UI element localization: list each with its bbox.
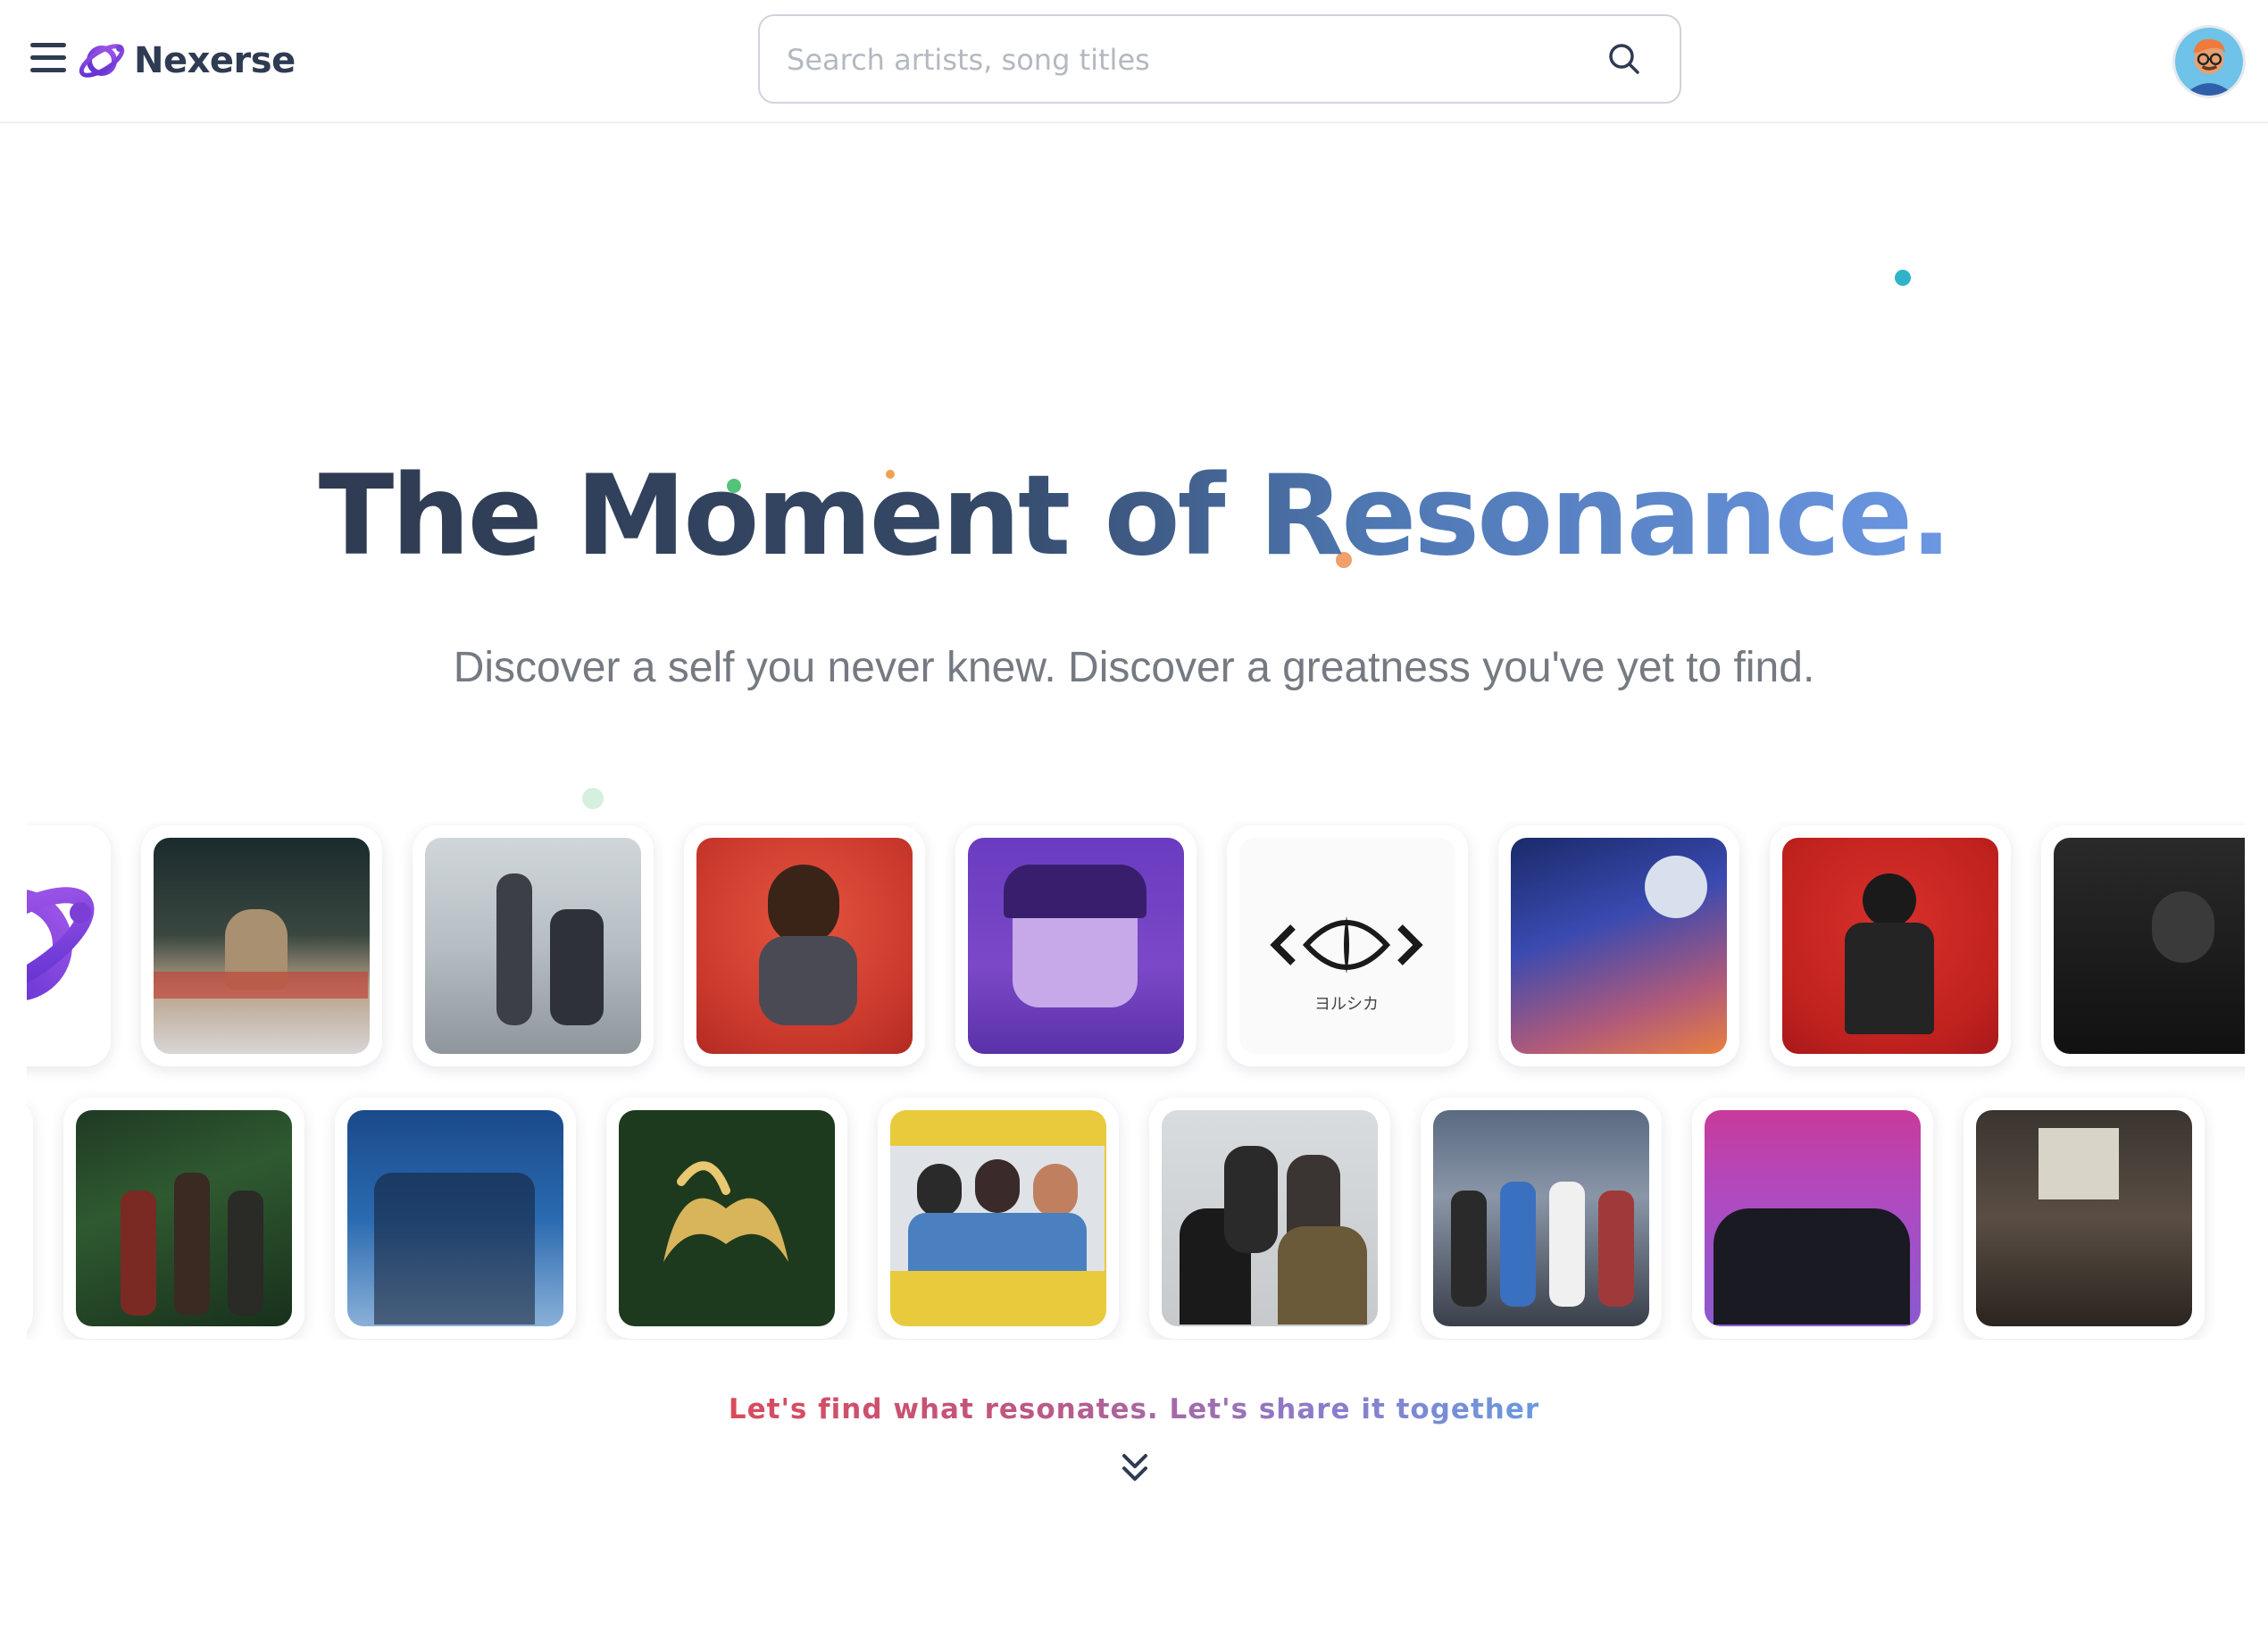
artist-card[interactable] (1498, 825, 1739, 1066)
eye-logo-icon: ヨルシカ (1239, 838, 1455, 1054)
artist-card[interactable] (1964, 1098, 2205, 1339)
search-icon[interactable] (1606, 41, 1642, 77)
artist-card[interactable] (2041, 825, 2245, 1066)
top-header: Nexerse (0, 0, 2268, 123)
artist-card[interactable] (413, 825, 654, 1066)
artist-photo (2054, 838, 2245, 1054)
search-input[interactable] (785, 16, 1592, 104)
decor-dot-mint (582, 788, 604, 809)
artist-photo (1433, 1110, 1649, 1326)
carousel-row-1: ヨルシカ (27, 825, 2245, 1072)
decor-dot-cyan (1895, 270, 1911, 286)
artist-card[interactable] (955, 825, 1197, 1066)
artist-carousel: ヨルシカ (27, 822, 2245, 1340)
artist-illustration (968, 838, 1184, 1054)
artist-card[interactable] (1421, 1098, 1662, 1339)
brand-logo[interactable]: Nexerse (77, 34, 296, 88)
artist-photo (76, 1110, 292, 1326)
artist-photo (1782, 838, 1998, 1054)
hero-subtitle: Discover a self you never knew. Discover… (453, 644, 1815, 691)
artist-card[interactable] (1770, 825, 2011, 1066)
hero-title: The Moment of Resonance. (318, 452, 1953, 581)
artist-card[interactable] (63, 1098, 304, 1339)
artist-photo (1162, 1110, 1378, 1326)
artist-card[interactable] (684, 825, 925, 1066)
artist-photo (347, 1110, 563, 1326)
double-chevron-down-icon[interactable] (1117, 1449, 1153, 1488)
artist-photo (1705, 1110, 1921, 1326)
artist-card[interactable] (27, 1098, 33, 1339)
search-box[interactable] (758, 14, 1681, 104)
artist-card[interactable] (141, 825, 382, 1066)
user-avatar-icon[interactable] (2172, 25, 2246, 98)
artist-photo (425, 838, 641, 1054)
artist-card[interactable] (27, 825, 111, 1066)
hamburger-menu-icon[interactable] (30, 43, 66, 75)
artist-card[interactable]: ヨルシカ (1227, 825, 1468, 1066)
artist-photo (890, 1110, 1106, 1326)
planet-logo-icon (27, 838, 98, 1054)
artist-photo (696, 838, 913, 1054)
artist-card[interactable] (1149, 1098, 1390, 1339)
artist-card[interactable] (1692, 1098, 1933, 1339)
artist-card[interactable] (606, 1098, 847, 1339)
artist-card[interactable] (878, 1098, 1119, 1339)
artist-illustration (1511, 838, 1727, 1054)
cta-text: Let's find what resonates. Let's share i… (728, 1393, 1540, 1425)
carousel-row-2 (27, 1098, 2205, 1340)
svg-text:ヨルシカ: ヨルシカ (1314, 995, 1379, 1014)
brand-name: Nexerse (134, 40, 296, 81)
artist-photo (154, 838, 370, 1054)
artist-photo (1976, 1110, 2192, 1326)
planet-logo-icon (79, 44, 125, 78)
artist-card[interactable] (335, 1098, 576, 1339)
emblem-logo-icon (619, 1110, 835, 1326)
